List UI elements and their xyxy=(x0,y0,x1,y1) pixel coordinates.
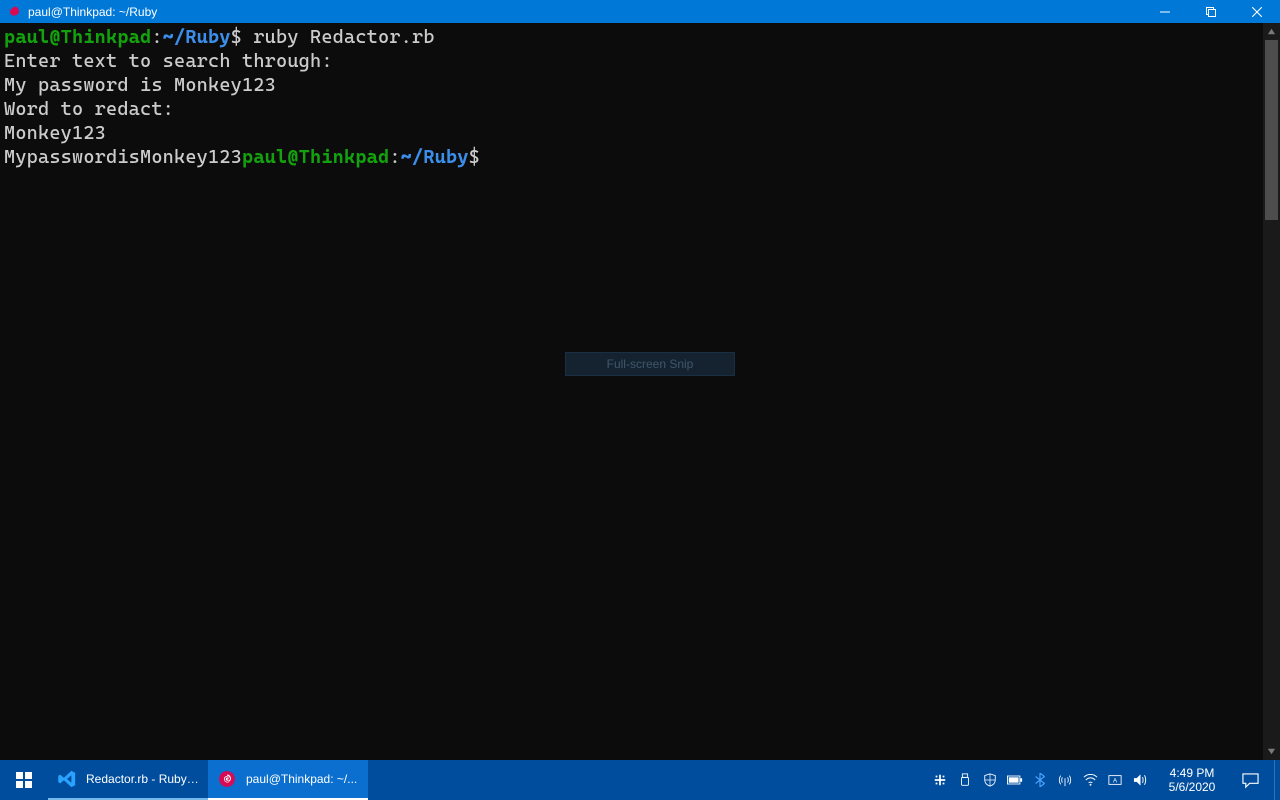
terminal-line: Enter text to search through: xyxy=(4,50,333,72)
system-tray: A 4:49 PM 5/6/2020 xyxy=(922,760,1280,800)
prompt-colon: : xyxy=(389,146,400,168)
scroll-down-arrow-icon[interactable] xyxy=(1263,743,1280,760)
fullscreen-snip-button[interactable]: Full-screen Snip xyxy=(565,352,735,376)
terminal-line: My password is Monkey123 xyxy=(4,74,276,96)
prompt-sigil: $ xyxy=(469,146,492,168)
tray-icons: A xyxy=(922,760,1158,800)
close-button[interactable] xyxy=(1234,0,1280,23)
maximize-button[interactable] xyxy=(1188,0,1234,23)
debian-swirl-icon xyxy=(6,4,22,20)
prompt-sigil: $ xyxy=(231,26,254,48)
vertical-scrollbar[interactable] xyxy=(1263,23,1280,760)
window-titlebar: paul@Thinkpad: ~/Ruby xyxy=(0,0,1280,23)
fullscreen-snip-label: Full-screen Snip xyxy=(607,357,694,371)
wifi-icon[interactable] xyxy=(1082,772,1098,788)
terminal-line: Word to redact: xyxy=(4,98,174,120)
prompt-command: ruby Redactor.rb xyxy=(253,26,434,48)
taskbar-item-terminal[interactable]: paul@Thinkpad: ~/... xyxy=(208,760,368,800)
terminal-output[interactable]: paul@Thinkpad:~/Ruby$ ruby Redactor.rb E… xyxy=(0,23,1263,760)
taskbar-clock[interactable]: 4:49 PM 5/6/2020 xyxy=(1158,766,1226,794)
usb-icon[interactable] xyxy=(957,772,973,788)
bluetooth-icon[interactable] xyxy=(1032,772,1048,788)
scroll-up-arrow-icon[interactable] xyxy=(1263,23,1280,40)
prompt-user-host: paul@Thinkpad xyxy=(4,26,151,48)
taskbar: Redactor.rb - Ruby ... paul@Thinkpad: ~/… xyxy=(0,760,1280,800)
terminal-inline-output: MypasswordisMonkey123 xyxy=(4,146,242,168)
svg-text:A: A xyxy=(1113,778,1118,785)
battery-icon[interactable] xyxy=(1007,772,1023,788)
terminal-window: paul@Thinkpad:~/Ruby$ ruby Redactor.rb E… xyxy=(0,23,1280,760)
window-controls xyxy=(1142,0,1280,23)
taskbar-item-label: Redactor.rb - Ruby ... xyxy=(86,772,200,786)
taskbar-item-vscode[interactable]: Redactor.rb - Ruby ... xyxy=(48,760,208,800)
scrollbar-thumb[interactable] xyxy=(1265,40,1278,220)
prompt-user-host: paul@Thinkpad xyxy=(242,146,389,168)
prompt-colon: : xyxy=(151,26,162,48)
vscode-icon xyxy=(56,768,78,790)
taskbar-item-label: paul@Thinkpad: ~/... xyxy=(246,772,360,786)
clock-time: 4:49 PM xyxy=(1170,766,1215,780)
terminal-line: Monkey123 xyxy=(4,122,106,144)
slack-icon[interactable] xyxy=(932,772,948,788)
clock-date: 5/6/2020 xyxy=(1169,780,1216,794)
security-icon[interactable] xyxy=(982,772,998,788)
prompt-path: ~/Ruby xyxy=(163,26,231,48)
show-desktop-button[interactable] xyxy=(1274,760,1280,800)
start-button[interactable] xyxy=(0,760,48,800)
ime-icon[interactable]: A xyxy=(1107,772,1123,788)
prompt-path: ~/Ruby xyxy=(401,146,469,168)
minimize-button[interactable] xyxy=(1142,0,1188,23)
volume-icon[interactable] xyxy=(1132,772,1148,788)
action-center-button[interactable] xyxy=(1226,772,1274,789)
window-title: paul@Thinkpad: ~/Ruby xyxy=(28,5,157,19)
debian-swirl-icon xyxy=(216,768,238,790)
antenna-icon[interactable] xyxy=(1057,772,1073,788)
